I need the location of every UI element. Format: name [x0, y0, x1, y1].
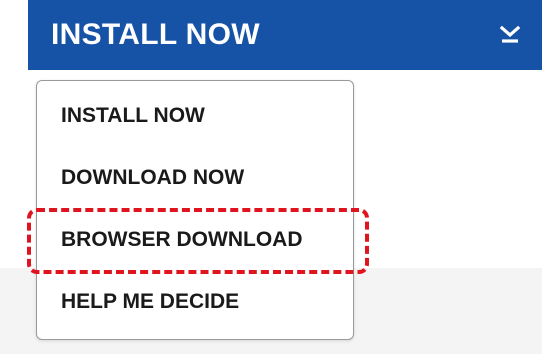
page: INSTALL NOW INSTALL NOW DOWNLOAD NOW BRO… [0, 0, 542, 354]
install-now-label: INSTALL NOW [51, 18, 260, 51]
install-options-menu: INSTALL NOW DOWNLOAD NOW BROWSER DOWNLOA… [36, 80, 354, 340]
install-now-dropdown-button[interactable]: INSTALL NOW [28, 0, 542, 70]
menu-item-install-now[interactable]: INSTALL NOW [37, 85, 353, 147]
menu-item-label: INSTALL NOW [61, 104, 205, 127]
menu-item-download-now[interactable]: DOWNLOAD NOW [37, 147, 353, 209]
menu-item-browser-download[interactable]: BROWSER DOWNLOAD [37, 209, 353, 271]
menu-item-label: DOWNLOAD NOW [61, 166, 245, 189]
menu-item-label: HELP ME DECIDE [61, 290, 240, 313]
menu-item-label: BROWSER DOWNLOAD [61, 228, 303, 251]
chevron-down-icon[interactable] [498, 24, 522, 46]
menu-item-help-me-decide[interactable]: HELP ME DECIDE [37, 271, 353, 333]
